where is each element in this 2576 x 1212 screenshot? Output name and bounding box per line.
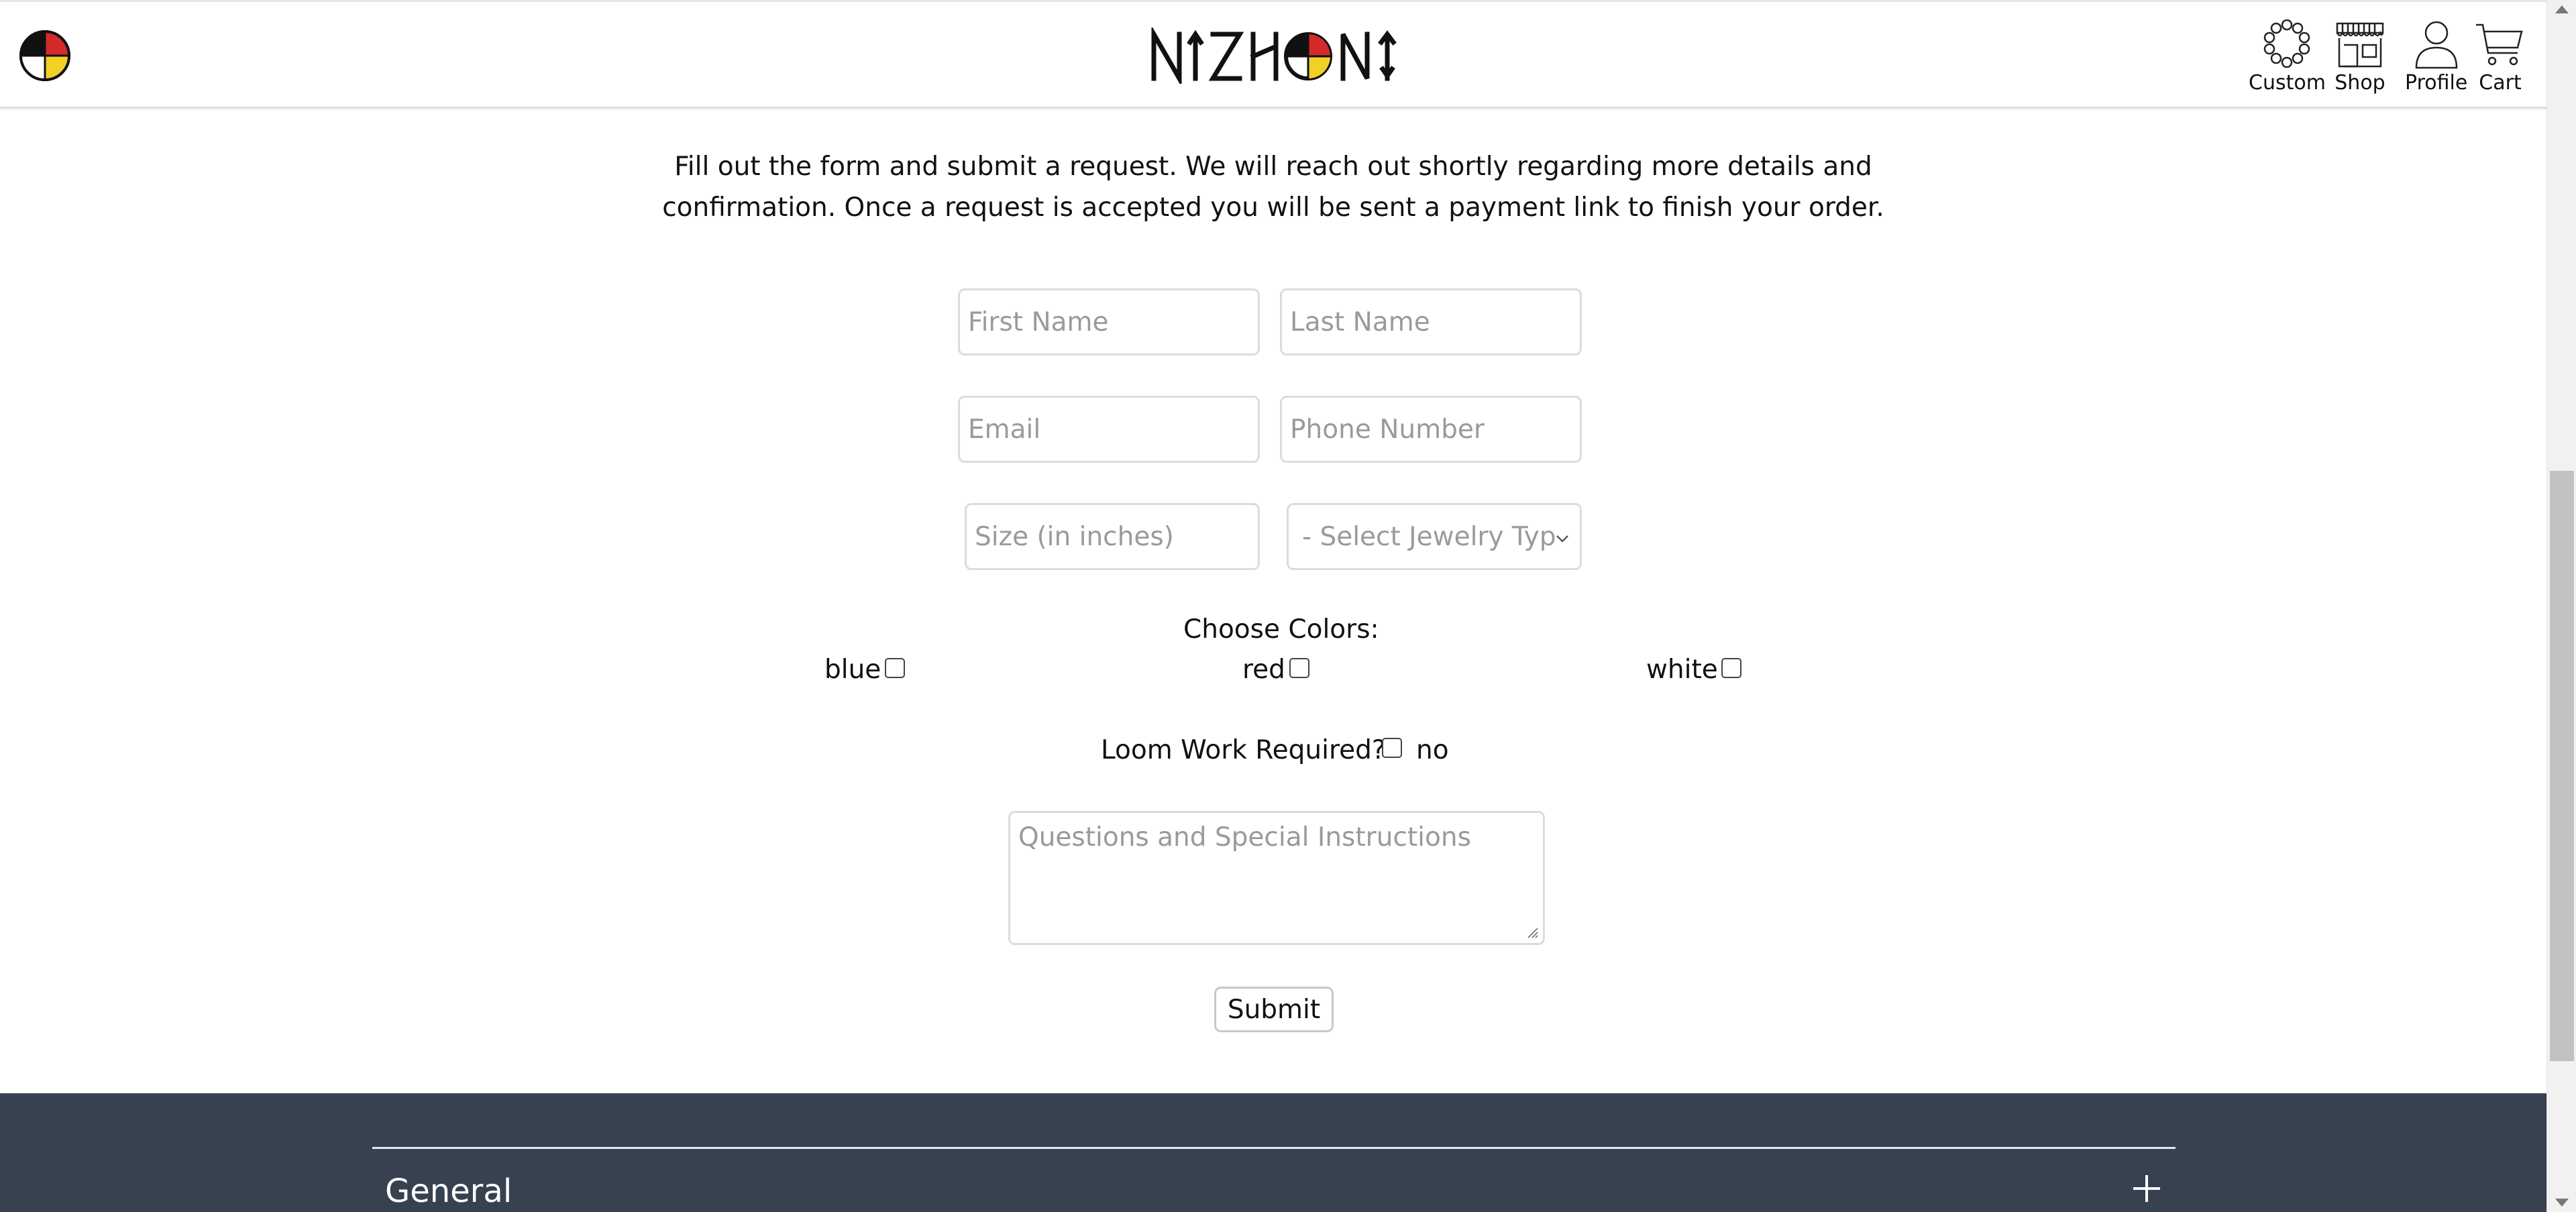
nav-cart-label: Cart bbox=[2479, 71, 2522, 95]
color-blue-label: blue bbox=[824, 655, 881, 685]
plus-icon[interactable] bbox=[2131, 1172, 2163, 1205]
nav-profile-label: Profile bbox=[2405, 71, 2468, 95]
storefront-icon bbox=[2336, 22, 2384, 68]
scrollbar-thumb[interactable] bbox=[2550, 471, 2574, 1061]
nizhoni-logo[interactable] bbox=[1148, 27, 1399, 84]
intro-line-2: confirmation. Once a request is accepted… bbox=[662, 192, 1884, 223]
site-footer: General bbox=[0, 1093, 2546, 1212]
email-input[interactable] bbox=[958, 396, 1260, 463]
first-name-input[interactable] bbox=[958, 288, 1260, 355]
color-white-label: white bbox=[1646, 655, 1718, 685]
nav-shop-label: Shop bbox=[2334, 71, 2385, 95]
submit-button[interactable]: Submit bbox=[1214, 987, 1334, 1032]
footer-divider bbox=[372, 1147, 2176, 1149]
intro-text: Fill out the form and submit a request. … bbox=[0, 146, 2546, 228]
color-white-checkbox[interactable] bbox=[1721, 658, 1741, 678]
nav-shop[interactable]: Shop bbox=[2333, 19, 2387, 95]
nav-profile[interactable]: Profile bbox=[2405, 19, 2467, 95]
cart-icon bbox=[2476, 23, 2523, 66]
color-red-checkbox[interactable] bbox=[1289, 658, 1309, 678]
instructions-textarea[interactable]: Questions and Special Instructions bbox=[1008, 811, 1545, 945]
intro-line-1: Fill out the form and submit a request. … bbox=[674, 152, 1872, 182]
size-input[interactable] bbox=[965, 503, 1260, 570]
nav-custom-label: Custom bbox=[2249, 71, 2326, 95]
chevron-down-icon bbox=[1556, 535, 1568, 543]
loom-work-checkbox[interactable] bbox=[1382, 738, 1402, 758]
medicine-wheel-icon[interactable] bbox=[19, 30, 71, 82]
jewelry-type-select[interactable]: - Select Jewelry Typ bbox=[1287, 503, 1582, 570]
color-red-label: red bbox=[1242, 655, 1285, 685]
beads-icon bbox=[2264, 19, 2310, 68]
choose-colors-label: Choose Colors: bbox=[1183, 614, 1379, 645]
phone-input[interactable] bbox=[1280, 396, 1582, 463]
user-icon bbox=[2415, 21, 2457, 69]
nav-cart[interactable]: Cart bbox=[2473, 19, 2527, 95]
loom-work-label: Loom Work Required? bbox=[1101, 735, 1386, 765]
last-name-input[interactable] bbox=[1280, 288, 1582, 355]
scroll-down-arrow-icon[interactable] bbox=[2555, 1199, 2569, 1207]
resize-grip-icon[interactable] bbox=[1525, 926, 1539, 939]
loom-work-option-label: no bbox=[1416, 735, 1449, 765]
jewelry-type-selected: - Select Jewelry Typ bbox=[1302, 521, 1556, 552]
footer-section-general[interactable]: General bbox=[385, 1171, 512, 1211]
color-blue-checkbox[interactable] bbox=[885, 658, 905, 678]
instructions-placeholder: Questions and Special Instructions bbox=[1018, 822, 1471, 852]
page-scrollbar[interactable] bbox=[2546, 0, 2576, 1212]
nav-custom[interactable]: Custom bbox=[2249, 19, 2326, 95]
site-header: Custom Shop Profile Cart bbox=[0, 0, 2546, 109]
scroll-up-arrow-icon[interactable] bbox=[2555, 5, 2569, 13]
